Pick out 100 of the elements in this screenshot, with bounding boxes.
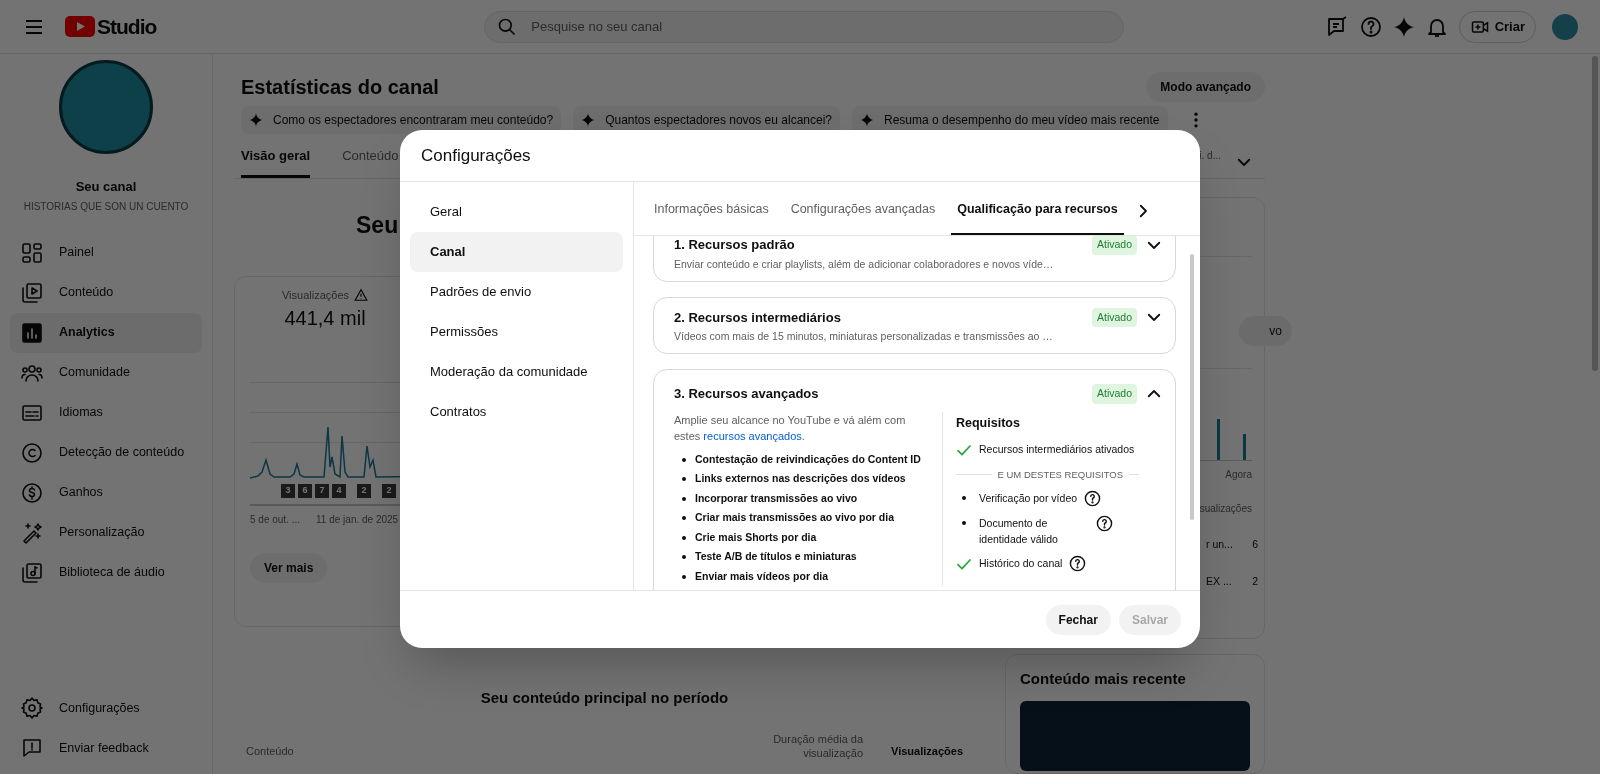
nav-item[interactable]: Ganhos [10, 472, 202, 513]
dialog-button[interactable]: Fechar [1045, 604, 1111, 635]
nav-item[interactable]: Painel [10, 232, 202, 273]
nav-item[interactable]: Canal [410, 232, 623, 272]
magic-wand-icon [20, 520, 44, 545]
table-cell[interactable]: EX ... [1206, 573, 1232, 590]
avatar[interactable] [1552, 13, 1578, 40]
section-heading: Seu [356, 211, 399, 240]
play-logo-icon [65, 16, 95, 37]
nav-item[interactable]: Permissões [410, 312, 623, 352]
chart-marker[interactable]: 2 [357, 483, 371, 498]
bullet-icon [682, 457, 686, 462]
table-cell-text: 6 [1252, 537, 1258, 552]
feature-item: Enviar mais vídeos por dia [695, 568, 829, 584]
dialog-title: Configurações [421, 144, 531, 167]
column-header: Duração média da visualização [773, 731, 864, 760]
metric-value: 441,4 mil [284, 305, 366, 331]
nav-item[interactable]: Detecção de conteúdo [10, 432, 202, 473]
column-header: Conteúdo [246, 744, 294, 759]
search-input[interactable]: Pesquise no seu canal [531, 16, 1112, 37]
bullet-icon [962, 520, 966, 525]
feature-item: Criar mais transmissões ao vivo por dia [695, 510, 894, 526]
column-header: sualizações [1199, 502, 1252, 516]
period-text[interactable]: i. d... [1199, 147, 1221, 163]
channel-label: Seu canal [75, 178, 137, 196]
thumbnail-placeholder[interactable] [1020, 701, 1250, 771]
feature-item: Contestação de reivindicações do Content ID [695, 451, 921, 467]
bullet-icon [682, 496, 686, 501]
tab[interactable]: Configurações avançadas [784, 200, 942, 235]
nav-item[interactable]: Geral [410, 192, 623, 232]
requirement-text: Recursos intermediários ativados [979, 441, 1135, 457]
feature-item: Incorporar transmissões ao vivo [695, 490, 858, 506]
nav-item[interactable]: Contratos [410, 392, 623, 432]
tab[interactable]: Visão geral [241, 145, 311, 178]
bullet-icon [682, 555, 686, 559]
card-title: Conteúdo mais recente [1020, 670, 1186, 687]
card-description: Vídeos com mais de 15 minutos, miniaturas personalizadas e transmissões ao … [674, 329, 1054, 345]
nav-item[interactable]: Conteúdo [10, 272, 202, 313]
scrollbar[interactable] [1190, 254, 1194, 520]
link[interactable]: recursos avançados [703, 429, 802, 442]
chart-marker[interactable]: 2 [382, 483, 396, 498]
bullet-icon [962, 495, 966, 500]
nav-item[interactable]: Idiomas [10, 392, 202, 433]
tab[interactable]: Conteúdo [342, 145, 399, 178]
channel-name: HISTORIAS QUE SON UN CUENTO [23, 199, 189, 214]
search-icon [497, 16, 518, 37]
bullet-icon [682, 574, 686, 579]
suggestion-chip[interactable]: Como os espectadores encontraram meu conteúdo? [241, 106, 562, 134]
sparkle-icon [249, 113, 263, 127]
bullet-icon [682, 535, 686, 540]
status-badge: Ativado [1091, 307, 1137, 328]
requirement-text: Verificação por vídeo [979, 490, 1078, 506]
filter-chip[interactable]: vo [1239, 316, 1292, 346]
feature-item: Teste A/B de títulos e miniaturas [695, 549, 857, 565]
tab[interactable]: Qualificação para recursos [951, 200, 1124, 235]
column-header: Visualizações [891, 744, 963, 759]
video-icon [20, 280, 44, 305]
page-title: Estatísticas do canal [241, 75, 439, 100]
dollar-icon [20, 480, 44, 505]
divider-label: E UM DESTES REQUISITOS [997, 467, 1123, 482]
axis-label: 11 de jan. de 2025 [316, 512, 399, 527]
help-icon[interactable] [1069, 554, 1087, 572]
axis-label: Agora [1225, 468, 1252, 482]
intro-text: Amplie seu alcance no YouTube e vá além com estes recursos avançados. [674, 412, 907, 444]
see-more-button[interactable]: Ver mais [250, 552, 328, 583]
sparkle-icon [860, 113, 874, 127]
nav-item[interactable]: Personalização [10, 512, 202, 553]
nav-item[interactable]: Configurações [10, 688, 202, 728]
help-icon[interactable] [1096, 514, 1113, 532]
chart-marker[interactable]: 7 [315, 483, 329, 498]
bullet-icon [682, 516, 686, 520]
card-title: 1. Recursos padrão [674, 236, 795, 255]
tab[interactable]: Informações básicas [648, 200, 775, 235]
nav-item[interactable]: Comunidade [10, 352, 202, 393]
chart-marker[interactable]: 3 [281, 483, 295, 498]
table-cell[interactable]: r un... [1206, 537, 1233, 553]
advanced-mode-button[interactable]: Modo avançado [1146, 72, 1265, 102]
nav-item[interactable]: Moderação da comunidade [410, 352, 623, 392]
table-cell-text: 2 [1252, 573, 1258, 589]
metric-label: Visualizações [281, 288, 350, 303]
feature-item: Links externos nas descrições dos vídeos [695, 471, 906, 487]
music-note-icon [20, 560, 44, 585]
warning-icon [354, 288, 369, 303]
logo-text: Studio [97, 13, 157, 40]
nav-item[interactable]: Biblioteca de áudio [10, 552, 202, 593]
feature-item: Crie mais Shorts por dia [695, 529, 817, 545]
bar-chart-icon [20, 320, 44, 345]
nav-item[interactable]: Enviar feedback [10, 728, 202, 768]
search-bar[interactable]: Pesquise no seu canal [484, 10, 1125, 43]
chart-marker[interactable]: 6 [298, 483, 312, 498]
bullet-icon [682, 477, 686, 481]
nav-item[interactable]: Analytics [10, 312, 202, 353]
card-title: 3. Recursos avançados [674, 385, 819, 404]
scrollbar[interactable] [1592, 56, 1598, 371]
help-icon[interactable] [1084, 489, 1102, 507]
card-title: 2. Recursos intermediários [674, 308, 841, 327]
nav-item[interactable]: Padrões de envio [410, 272, 623, 312]
chart-marker[interactable]: 4 [332, 483, 346, 498]
feedback-icon [20, 736, 44, 760]
requirement-text: Histórico do canal [979, 555, 1063, 571]
